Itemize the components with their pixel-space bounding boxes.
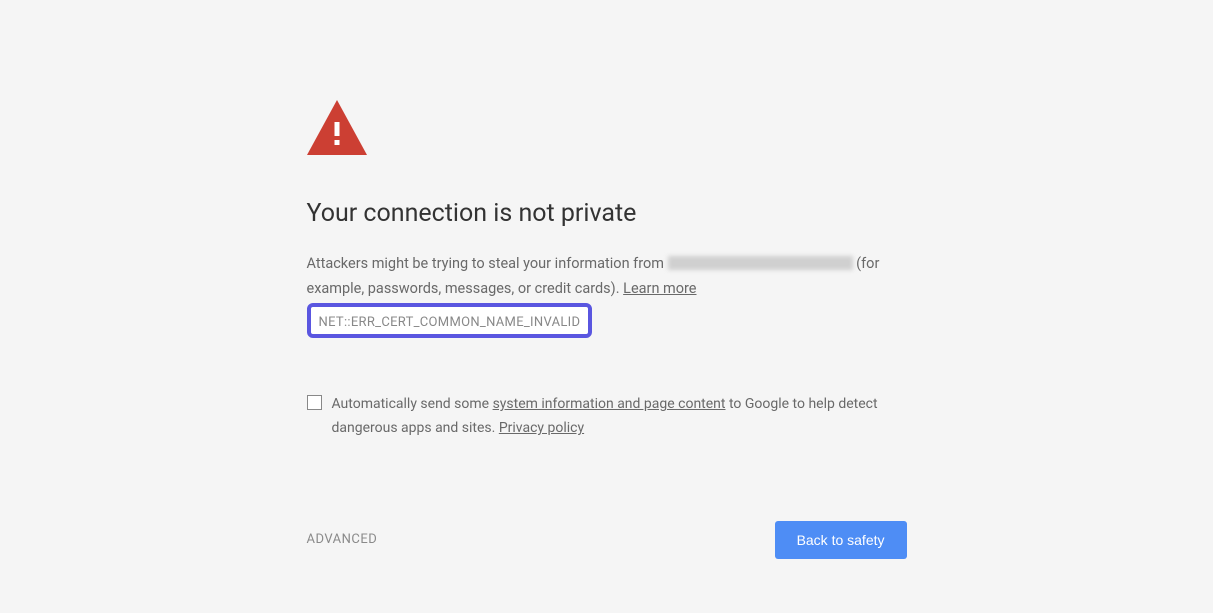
reporting-text: Automatically send some system informati…	[332, 393, 907, 441]
advanced-button[interactable]: ADVANCED	[307, 532, 378, 547]
redacted-hostname	[668, 256, 853, 270]
warning-body: Attackers might be trying to steal your …	[307, 252, 907, 301]
learn-more-link[interactable]: Learn more	[623, 280, 696, 297]
ssl-warning-interstitial: Your connection is not private Attackers…	[307, 0, 907, 559]
warning-triangle-icon	[307, 100, 907, 159]
error-code-highlight: NET::ERR_CERT_COMMON_NAME_INVALID	[307, 303, 593, 338]
page-title: Your connection is not private	[307, 199, 907, 228]
action-row: ADVANCED Back to safety	[307, 521, 907, 559]
system-info-link[interactable]: system information and page content	[493, 396, 726, 412]
body-prefix: Attackers might be trying to steal your …	[307, 255, 668, 272]
error-code: NET::ERR_CERT_COMMON_NAME_INVALID	[319, 315, 581, 330]
reporting-opt-in: Automatically send some system informati…	[307, 393, 907, 441]
privacy-policy-link[interactable]: Privacy policy	[499, 420, 584, 436]
back-to-safety-button[interactable]: Back to safety	[775, 521, 907, 559]
reporting-checkbox[interactable]	[307, 395, 322, 410]
report-prefix: Automatically send some	[332, 396, 493, 412]
